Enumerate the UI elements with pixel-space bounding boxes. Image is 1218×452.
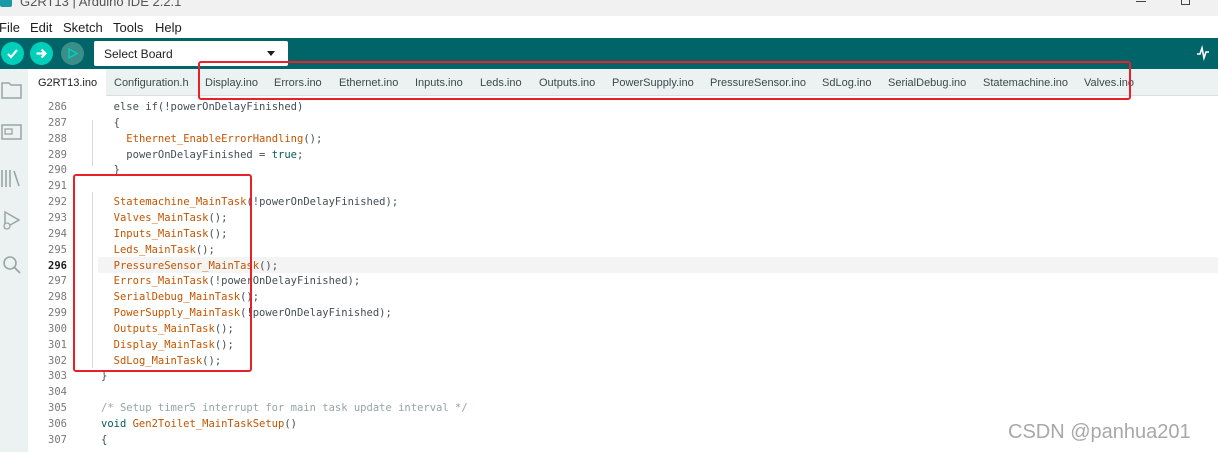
line-number: 296 — [48, 259, 67, 272]
left-sidebar — [0, 69, 28, 452]
menu-edit[interactable]: Edit — [30, 20, 52, 35]
title-bar: G2RT13 | Arduino IDE 2.2.1 — [0, 0, 1218, 16]
line-number: 303 — [48, 370, 67, 383]
serial-plotter-icon[interactable] — [1196, 45, 1210, 61]
line-number: 288 — [48, 132, 67, 145]
verify-button[interactable] — [1, 42, 24, 65]
code-line: 305 /* Setup timer5 interrupt for main ta… — [28, 400, 1218, 416]
line-number: 291 — [48, 180, 67, 193]
code-text: { — [101, 432, 107, 448]
verify-icon — [7, 49, 18, 59]
code-line: 289 powerOnDelayFinished = true; — [28, 147, 1218, 163]
minimize-icon[interactable] — [1136, 1, 1146, 2]
line-number: 293 — [48, 211, 67, 224]
line-number: 286 — [48, 101, 67, 113]
debug-icon[interactable] — [0, 209, 24, 233]
annotation-box-maintasks — [73, 174, 252, 372]
line-number: 304 — [48, 386, 67, 399]
code-token: () — [284, 418, 297, 430]
code-text: powerOnDelayFinished = true; — [101, 147, 303, 163]
library-manager-icon[interactable] — [0, 166, 24, 190]
menu-bar: File Edit Sketch Tools Help — [0, 16, 1218, 38]
watermark: CSDN @panhua201 — [1008, 421, 1191, 443]
line-number: 292 — [48, 196, 67, 209]
menu-sketch[interactable]: Sketch — [63, 20, 103, 35]
line-number: 302 — [48, 354, 67, 367]
search-icon[interactable] — [0, 253, 24, 277]
code-token: } — [101, 370, 108, 383]
code-token: else if(!powerOnDelayFinished) — [113, 101, 304, 113]
code-line: 286 else if(!powerOnDelayFinished) — [28, 99, 1218, 115]
code-token: Ethernet_EnableErrorHandling — [126, 132, 304, 145]
code-token: (!powerOnDelayFinished); — [246, 196, 399, 209]
code-token: true — [271, 148, 297, 161]
window-title: G2RT13 | Arduino IDE 2.2.1 — [20, 0, 182, 9]
annotation-box-tabs — [198, 61, 1131, 100]
line-number: 301 — [48, 338, 67, 351]
code-text: { — [101, 115, 120, 131]
line-number: 294 — [48, 227, 67, 240]
upload-button[interactable] — [30, 42, 53, 65]
line-number: 289 — [48, 148, 67, 161]
arduino-app-icon — [0, 0, 12, 7]
code-text: /* Setup timer5 interrupt for main task … — [101, 400, 468, 416]
boards-manager-icon[interactable] — [0, 121, 24, 143]
menu-help[interactable]: Help — [155, 20, 182, 35]
line-number: 295 — [48, 243, 67, 256]
chevron-down-icon — [267, 51, 275, 56]
line-number: 298 — [48, 291, 67, 304]
sketchbook-icon[interactable] — [0, 79, 24, 101]
tab-g2rt13[interactable]: G2RT13.ino — [28, 69, 106, 97]
line-number: 287 — [48, 116, 67, 129]
code-token: powerOnDelayFinished = — [126, 148, 272, 161]
code-token: (); — [259, 259, 279, 272]
maximize-icon[interactable] — [1181, 0, 1190, 5]
code-text: Ethernet_EnableErrorHandling(); — [101, 131, 322, 147]
board-select-label: Select Board — [104, 47, 173, 61]
code-token: { — [113, 116, 120, 129]
line-number: 306 — [48, 418, 67, 430]
line-number: 300 — [48, 322, 67, 335]
code-text: void Gen2Toilet_MainTaskSetup() — [101, 416, 297, 432]
line-number: 290 — [48, 164, 67, 177]
code-token: { — [101, 433, 108, 446]
code-token: (); — [303, 132, 323, 145]
menu-tools[interactable]: Tools — [113, 20, 143, 35]
code-token: ; — [297, 148, 304, 161]
line-number: 297 — [48, 275, 67, 288]
debug-button[interactable] — [61, 42, 84, 65]
menu-file[interactable]: File — [0, 20, 20, 35]
tab-configuration[interactable]: Configuration.h — [114, 69, 189, 96]
debug-icon — [68, 47, 79, 60]
code-token: Gen2Toilet_MainTaskSetup — [132, 418, 285, 430]
line-number: 307 — [48, 433, 67, 446]
code-line: 287 { — [28, 115, 1218, 131]
code-token: /* Setup timer5 interrupt for main task … — [101, 402, 468, 415]
line-number: 305 — [48, 402, 67, 415]
code-text: else if(!powerOnDelayFinished) — [101, 99, 304, 115]
code-line: 288 Ethernet_EnableErrorHandling(); — [28, 131, 1218, 147]
code-line: 304 — [28, 384, 1218, 400]
upload-icon — [36, 48, 48, 59]
code-token: void — [101, 418, 133, 430]
line-number: 299 — [48, 307, 67, 320]
code-token: (!powerOnDelayFinished); — [240, 307, 392, 320]
